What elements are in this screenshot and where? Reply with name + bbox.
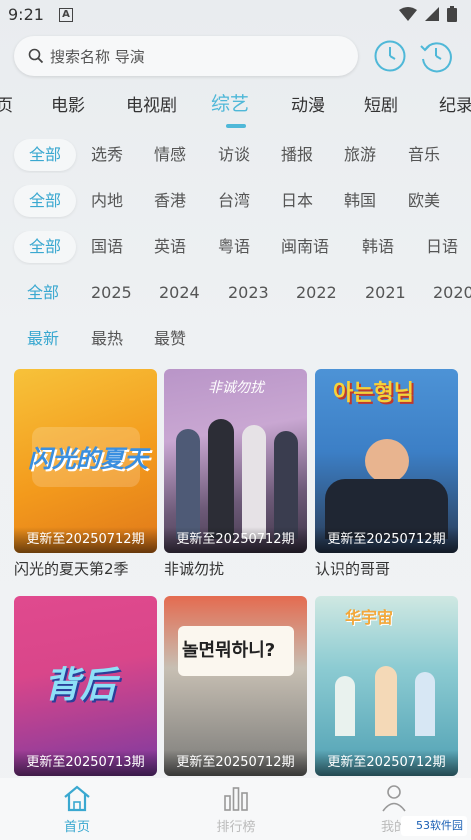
update-badge: 更新至20250713期 <box>14 750 157 776</box>
filter-chip[interactable]: 访谈 <box>218 139 250 171</box>
video-title: 闪光的夏天第2季 <box>14 560 129 578</box>
video-title: 认识的哥哥 <box>315 560 391 578</box>
search-icon <box>28 48 44 64</box>
poster-logo-text: 아는형님 <box>333 381 414 406</box>
poster-logo-text: 华宇宙 <box>345 608 394 627</box>
wifi-icon <box>399 7 417 21</box>
filter-chip[interactable]: 英语 <box>154 231 186 263</box>
filter-chip[interactable]: 情感 <box>154 139 186 171</box>
filter-chip-selected[interactable]: 全部 <box>27 277 59 309</box>
poster-logo-text: 非诚勿扰 <box>208 380 264 396</box>
poster-logo-text: 놀면뭐하니? <box>182 640 276 661</box>
bottom-nav-ranking[interactable]: 排行榜 <box>196 784 276 835</box>
category-tabs: 页 电影 电视剧 综艺 动漫 短剧 纪录 <box>0 88 471 120</box>
sort-chip[interactable]: 最赞 <box>154 323 186 355</box>
filter-chip[interactable]: 2024 <box>159 277 200 309</box>
video-title: 非诚勿扰 <box>164 560 225 578</box>
filter-chip[interactable]: 韩语 <box>362 231 394 263</box>
poster-logo-text: 背后 <box>44 665 117 706</box>
filter-chip[interactable]: 全部 <box>14 139 76 171</box>
tab-anime[interactable]: 动漫 <box>291 91 325 116</box>
bar-chart-icon <box>224 787 248 811</box>
filter-chip[interactable]: 选秀 <box>91 139 123 171</box>
video-card[interactable]: 华宇宙 更新至20250712期 <box>315 596 458 776</box>
tab-movie[interactable]: 电影 <box>51 91 85 116</box>
filter-year-row: 全部 2025 2024 2023 2022 2021 2020 <box>0 277 471 311</box>
tab-short-drama[interactable]: 短剧 <box>364 91 398 116</box>
filter-chip[interactable]: 欧美 <box>408 185 440 217</box>
filter-chip[interactable]: 韩国 <box>344 185 376 217</box>
sort-chip-selected[interactable]: 最新 <box>27 323 59 355</box>
bottom-nav-label: 排行榜 <box>216 820 256 835</box>
poster-image: 아는형님 更新至20250712期 <box>315 369 458 553</box>
home-icon <box>64 785 90 812</box>
user-icon <box>382 785 406 812</box>
video-card[interactable]: 闪光的夏天 更新至20250712期 闪光的夏天第2季 <box>14 369 157 579</box>
filter-chip[interactable]: 2021 <box>365 277 406 309</box>
filter-chip[interactable]: 台湾 <box>218 185 250 217</box>
update-badge: 更新至20250712期 <box>164 750 307 776</box>
battery-icon <box>447 6 457 22</box>
filter-chip[interactable]: 闽南语 <box>281 231 329 263</box>
filter-chip[interactable]: 日语 <box>426 231 458 263</box>
poster-image: 背后 更新至20250713期 <box>14 596 157 776</box>
status-time: 9:21 <box>8 5 44 24</box>
active-tab-indicator <box>226 124 246 128</box>
filter-chip[interactable]: 2023 <box>228 277 269 309</box>
filter-chip[interactable]: 内地 <box>91 185 123 217</box>
search-bar[interactable]: 搜索名称 导演 <box>14 36 358 76</box>
bottom-nav-label: 首页 <box>63 820 90 835</box>
clock-icon[interactable] <box>373 39 407 73</box>
filter-genre-row: 全部 选秀 情感 访谈 播报 旅游 音乐 <box>0 139 471 173</box>
history-icon[interactable] <box>419 39 453 73</box>
update-badge: 更新至20250712期 <box>315 750 458 776</box>
tab-variety[interactable]: 综艺 <box>211 89 249 116</box>
poster-image: 闪光的夏天 更新至20250712期 <box>14 369 157 553</box>
poster-image: 非诚勿扰 更新至20250712期 <box>164 369 307 553</box>
filter-chip[interactable]: 粤语 <box>218 231 250 263</box>
update-badge: 更新至20250712期 <box>164 527 307 553</box>
filter-language-row: 全部 国语 英语 粤语 闽南语 韩语 日语 <box>0 231 471 265</box>
filter-chip[interactable]: 日本 <box>281 185 313 217</box>
bottom-nav-home[interactable]: 首页 <box>37 784 117 835</box>
filter-chip[interactable]: 音乐 <box>408 139 440 171</box>
signal-icon <box>425 7 439 21</box>
sort-chip[interactable]: 最热 <box>91 323 123 355</box>
status-bar: 9:21 A <box>0 0 471 30</box>
update-badge: 更新至20250712期 <box>315 527 458 553</box>
filter-chip[interactable]: 旅游 <box>344 139 376 171</box>
update-badge: 更新至20250712期 <box>14 527 157 553</box>
tab-documentary[interactable]: 纪录 <box>439 91 471 116</box>
tab-home[interactable]: 页 <box>0 91 13 116</box>
video-card[interactable]: 背后 更新至20250713期 <box>14 596 157 776</box>
search-input[interactable]: 搜索名称 导演 <box>50 46 145 67</box>
notification-icon: A <box>59 8 73 22</box>
poster-image: 놀면뭐하니? 更新至20250712期 <box>164 596 307 776</box>
system-icons <box>399 6 457 22</box>
bottom-nav: 首页 排行榜 我的 53软件园 <box>0 778 471 840</box>
filter-chip[interactable]: 国语 <box>91 231 123 263</box>
filter-region-row: 全部 内地 香港 台湾 日本 韩国 欧美 <box>0 185 471 219</box>
video-card[interactable]: 非诚勿扰 更新至20250712期 非诚勿扰 <box>164 369 307 579</box>
filter-chip[interactable]: 2025 <box>91 277 132 309</box>
video-card[interactable]: 놀면뭐하니? 更新至20250712期 <box>164 596 307 776</box>
watermark: 53软件园 <box>401 816 467 836</box>
filter-chip[interactable]: 全部 <box>14 185 76 217</box>
filter-sort-row: 最新 最热 最赞 <box>0 323 471 357</box>
video-card[interactable]: 아는형님 更新至20250712期 认识的哥哥 <box>315 369 458 579</box>
filter-chip[interactable]: 全部 <box>14 231 76 263</box>
filter-chip[interactable]: 播报 <box>281 139 313 171</box>
poster-logo-text: 闪光的夏天 <box>28 445 148 473</box>
tab-tv[interactable]: 电视剧 <box>126 91 177 116</box>
filter-chip[interactable]: 香港 <box>154 185 186 217</box>
filter-chip[interactable]: 2020 <box>433 277 471 309</box>
poster-image: 华宇宙 更新至20250712期 <box>315 596 458 776</box>
filter-chip[interactable]: 2022 <box>296 277 337 309</box>
